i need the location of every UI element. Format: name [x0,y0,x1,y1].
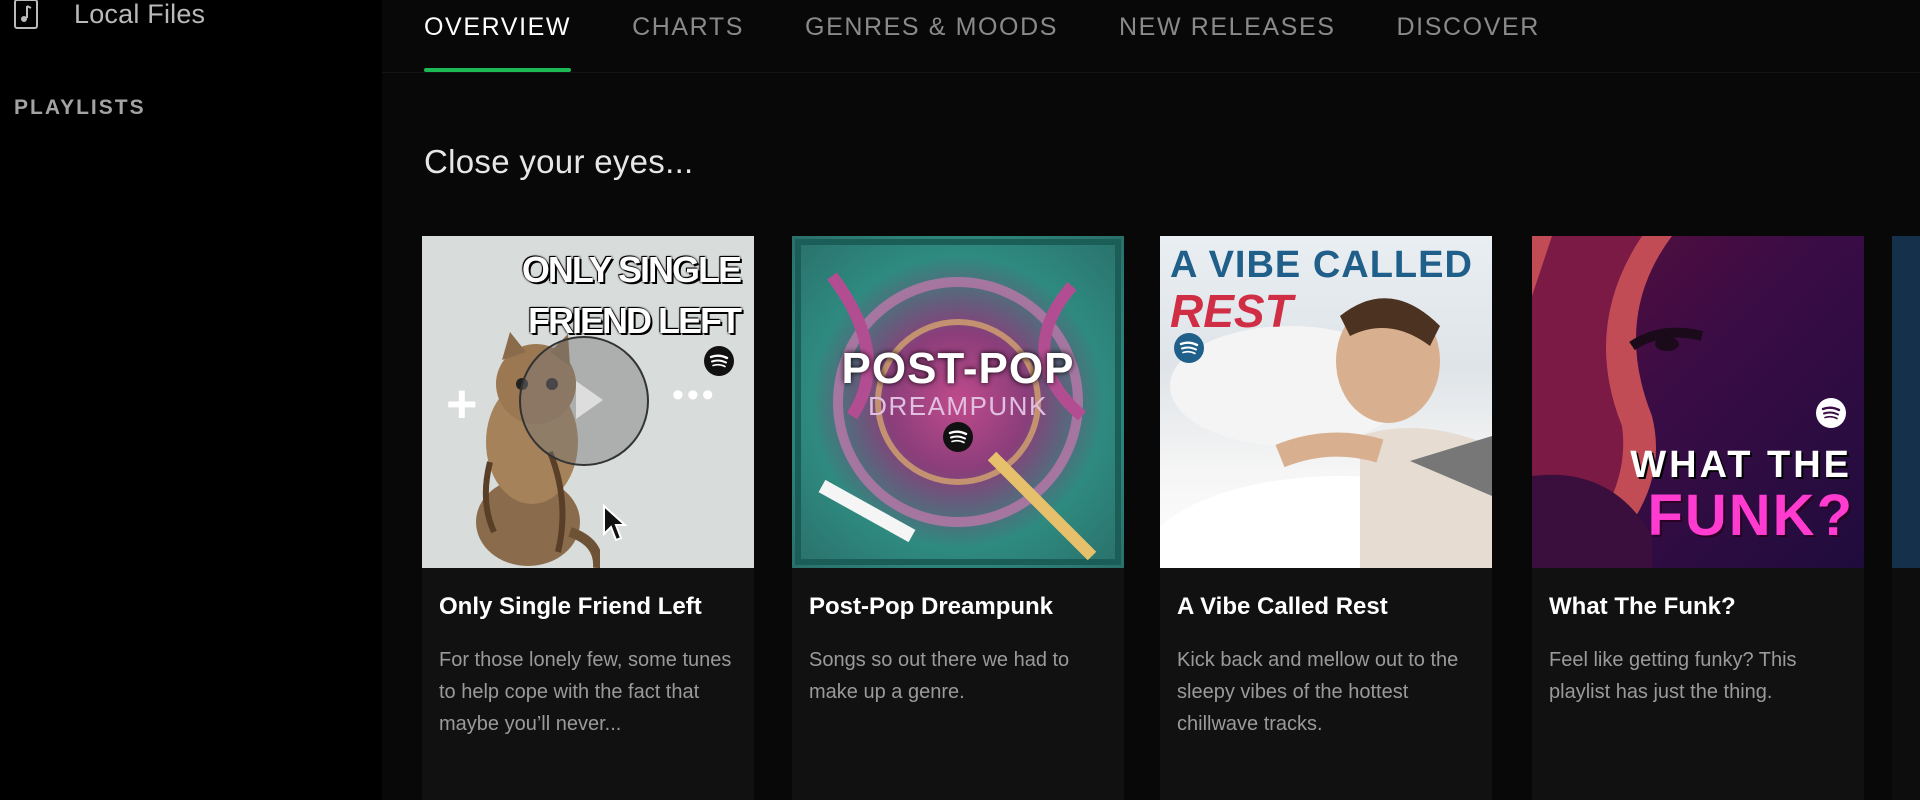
tabs-divider [382,72,1920,73]
cover-text-line: REST [1170,285,1293,337]
sidebar-item-label: Local Files [74,0,206,29]
playlist-description: Songs so out there we had to make up a g… [809,649,1070,703]
playlist-cover[interactable]: POST-POP DREAMPUNK [792,236,1124,568]
playlist-card-partial[interactable] [1892,236,1920,800]
playlist-cover[interactable] [1892,236,1920,568]
add-button[interactable]: + [446,373,478,435]
playlist-description: Kick back and mellow out to the sleepy v… [1177,649,1459,735]
playlist-cover[interactable]: A VIBE CALLED REST [1160,236,1492,568]
playlist-card[interactable]: ONLY SINGLE FRIEND LEFT + ••• Only Singl… [422,236,754,800]
cover-text-line: DREAMPUNK [868,391,1048,421]
spotify-logo-icon [1816,398,1846,428]
tab-discover[interactable]: DISCOVER [1397,0,1540,72]
main-content: OVERVIEW CHARTS GENRES & MOODS NEW RELEA… [382,0,1920,800]
playlist-description: Feel like getting funky? This playlist h… [1549,649,1797,703]
spotify-logo-icon [704,346,734,376]
more-button[interactable]: ••• [672,376,717,415]
tab-charts[interactable]: CHARTS [632,0,744,72]
cover-text-line: POST-POP [841,344,1075,393]
playlist-title[interactable]: A Vibe Called Rest [1177,593,1388,621]
cover-text-line: ONLY SINGLE [521,249,742,290]
spotify-logo-icon [1174,333,1204,363]
playlists-heading: PLAYLISTS [14,96,146,119]
playlist-row: ONLY SINGLE FRIEND LEFT + ••• Only Singl… [422,236,1902,800]
playlist-card[interactable]: A VIBE CALLED REST A Vibe Called Rest Ki… [1160,236,1492,800]
tab-genres-moods[interactable]: GENRES & MOODS [805,0,1058,72]
playlist-cover[interactable]: WHAT THE FUNK? [1532,236,1864,568]
tab-overview[interactable]: OVERVIEW [424,0,572,72]
sidebar-item-local-files[interactable]: Local Files [14,0,206,29]
cover-text: ONLY SINGLE FRIEND LEFT [521,244,742,346]
cover-text-line: FUNK? [1647,483,1854,548]
section-title: Close your eyes... [424,143,694,180]
cover-text-line: A VIBE CALLED [1170,244,1473,286]
browse-tabs: OVERVIEW CHARTS GENRES & MOODS NEW RELEA… [424,0,1601,72]
playlist-card[interactable]: WHAT THE FUNK? What The Funk? Feel like … [1532,236,1864,800]
sidebar: Local Files PLAYLISTS [0,0,382,800]
spotify-logo-icon [943,422,973,452]
playlist-title[interactable]: Post-Pop Dreampunk [809,593,1053,621]
cursor-icon [603,504,628,542]
tab-new-releases[interactable]: NEW RELEASES [1119,0,1335,72]
music-note-icon [14,0,38,29]
cover-text-line: WHAT THE [1630,444,1852,486]
cover-text-line: FRIEND LEFT [528,300,742,341]
play-button[interactable] [519,336,649,466]
playlist-cover[interactable]: ONLY SINGLE FRIEND LEFT + ••• [422,236,754,568]
playlist-description: For those lonely few, some tunes to help… [439,649,732,735]
playlist-title[interactable]: Only Single Friend Left [439,593,702,621]
playlist-title[interactable]: What The Funk? [1549,593,1736,621]
playlist-card[interactable]: POST-POP DREAMPUNK Post-Pop Dreampunk So… [792,236,1124,800]
